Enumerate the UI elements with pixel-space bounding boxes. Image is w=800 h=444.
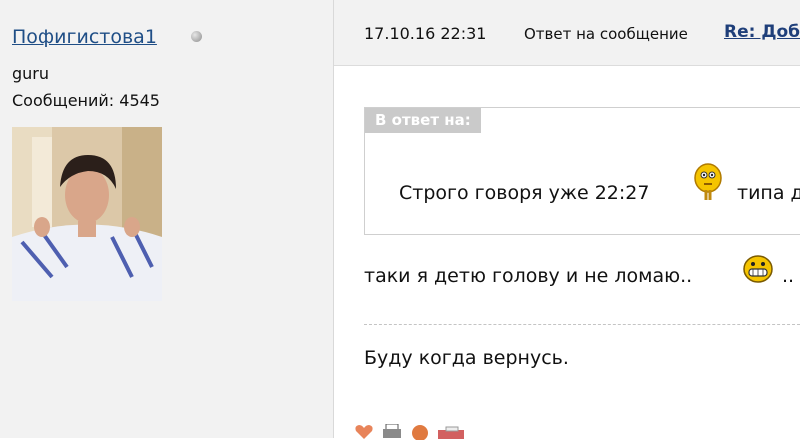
message-line-1-tail: ..: [782, 265, 795, 287]
user-sidebar: Пофигистова1 guru Сообщений: 4545: [0, 0, 334, 438]
quote-text-tail: типа д: [737, 182, 800, 204]
heart-icon[interactable]: [354, 424, 374, 444]
quote-text: Строго говоря уже 22:27: [399, 182, 650, 204]
signature-text: Буду когда вернусь.: [364, 347, 569, 369]
signature-divider: [364, 324, 800, 325]
reply-icon[interactable]: [410, 424, 430, 444]
bookmark-icon[interactable]: [438, 424, 466, 444]
thinking-smiley-icon: [693, 162, 723, 206]
avatar-photo: [12, 127, 162, 301]
user-post-count: Сообщений: 4545: [12, 91, 160, 110]
user-rank: guru: [12, 64, 50, 83]
post-header: 17.10.16 22:31 Ответ на сообщение Re: До…: [334, 0, 800, 66]
quote-block: В ответ на: Строго говоря уже 22:27 типа…: [364, 107, 800, 235]
thread-link[interactable]: Re: Доб: [724, 22, 800, 42]
quote-label: В ответ на:: [365, 108, 481, 133]
print-icon[interactable]: [382, 423, 402, 444]
avatar[interactable]: [12, 127, 162, 301]
grin-smiley-icon: [742, 254, 774, 288]
post-date: 17.10.16 22:31: [364, 24, 487, 43]
username-link[interactable]: Пофигистова1: [12, 26, 157, 48]
reply-prefix: Ответ на сообщение: [524, 25, 688, 43]
status-offline-icon: [191, 31, 202, 42]
message-line-1: таки я детю голову и не ломаю..: [364, 265, 693, 287]
